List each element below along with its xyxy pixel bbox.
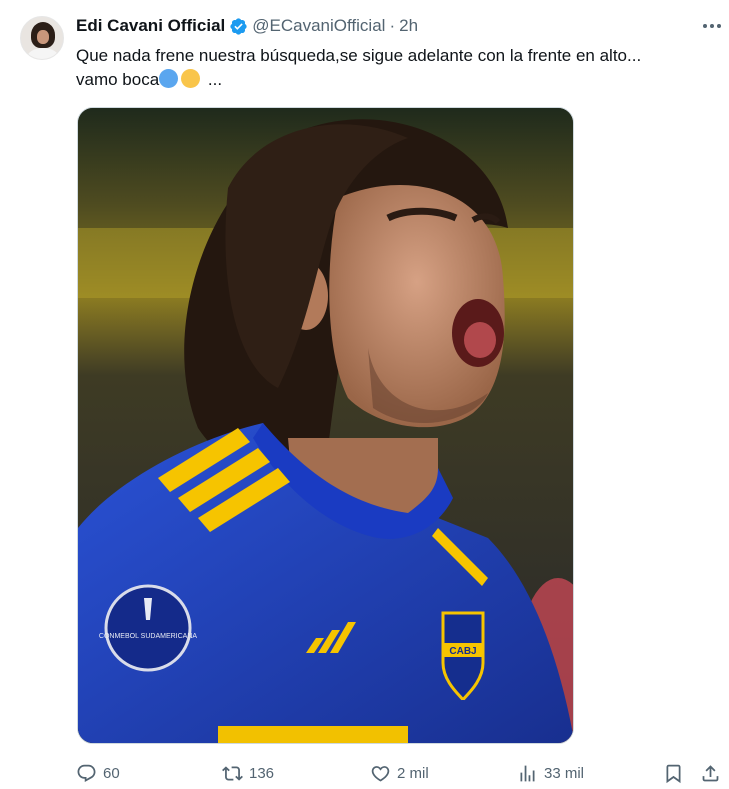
more-dot-icon: [703, 24, 707, 28]
more-dot-icon: [717, 24, 721, 28]
repost-icon: [222, 765, 243, 781]
tweet[interactable]: Edi Cavani Official @ECavaniOfficial · 2…: [0, 0, 729, 789]
like-count: 2 mil: [397, 764, 429, 782]
blue-circle-emoji-icon: [159, 69, 179, 88]
avatar-shirt: [27, 48, 59, 59]
tweet-text-line-1: Que nada frene nuestra búsqueda,se sigue…: [76, 46, 642, 65]
display-name[interactable]: Edi Cavani Official: [76, 16, 225, 36]
tweet-actions: 60 136 2 mil 33 mil: [76, 760, 726, 786]
yellow-circle-emoji-icon: [181, 69, 201, 88]
views-chart-icon: [520, 765, 535, 781]
tweet-text-line-2: vamo boca ...: [76, 68, 716, 92]
like-button[interactable]: 2 mil: [370, 760, 429, 786]
player-tongue: [464, 322, 496, 358]
reply-count: 60: [103, 764, 120, 782]
more-dot-icon: [710, 24, 714, 28]
heart-icon: [371, 765, 390, 782]
verified-badge-icon: [230, 17, 247, 35]
reply-button[interactable]: 60: [76, 760, 120, 786]
reply-icon: [77, 764, 96, 782]
tweet-text: Que nada frene nuestra búsqueda,se sigue…: [76, 44, 716, 92]
tweet-photo[interactable]: CONMEBOL SUDAMERICANA CABJ: [77, 107, 574, 744]
tweet-text-prefix: vamo boca: [76, 70, 160, 89]
bookmark-button[interactable]: [663, 760, 684, 786]
repost-button[interactable]: 136: [222, 760, 274, 786]
repost-count: 136: [249, 764, 275, 782]
separator-dot: ·: [389, 16, 396, 35]
timestamp[interactable]: 2h: [399, 16, 418, 36]
avatar[interactable]: [20, 16, 64, 60]
bookmark-icon: [666, 764, 681, 783]
avatar-face: [37, 30, 49, 44]
patch-text: CONMEBOL SUDAMERICANA: [99, 633, 197, 640]
show-more-ellipsis[interactable]: ...: [208, 70, 222, 89]
views-button[interactable]: 33 mil: [517, 760, 584, 786]
crest-text: CABJ: [449, 646, 476, 657]
jersey-yellow-band: [218, 726, 408, 743]
share-button[interactable]: [700, 760, 721, 786]
more-options-button[interactable]: [700, 14, 724, 38]
handle[interactable]: @ECavaniOfficial: [252, 16, 385, 36]
views-count: 33 mil: [544, 764, 585, 782]
player-photo-illustration: CONMEBOL SUDAMERICANA CABJ: [78, 108, 573, 743]
tweet-header: Edi Cavani Official @ECavaniOfficial · 2…: [76, 14, 418, 38]
share-icon: [702, 764, 719, 781]
